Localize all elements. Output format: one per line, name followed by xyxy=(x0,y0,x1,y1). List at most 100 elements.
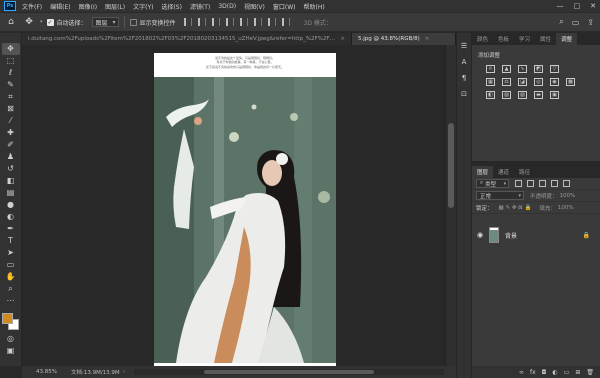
new-group-icon[interactable]: ▭ xyxy=(564,369,570,376)
history-brush-icon[interactable]: ↺ xyxy=(2,163,20,175)
filter-shape-icon[interactable] xyxy=(551,180,559,187)
eye-icon[interactable]: ◉ xyxy=(477,231,485,239)
photo-filter-icon[interactable]: ◎ xyxy=(534,78,543,86)
menu-filter[interactable]: 滤镜(T) xyxy=(190,2,210,11)
new-adjustment-icon[interactable]: ◐ xyxy=(552,369,557,376)
tab-channels[interactable]: 通道 xyxy=(493,166,514,178)
posterize-icon[interactable]: ▨ xyxy=(502,91,511,99)
paragraph-panel-icon[interactable]: ¶ xyxy=(459,73,469,83)
quick-select-tool-icon[interactable]: ✎ xyxy=(2,79,20,91)
filter-type-icon[interactable] xyxy=(539,180,547,187)
screen-mode-icon[interactable]: ▣ xyxy=(2,345,20,357)
move-tool-icon[interactable]: ✥ xyxy=(1,43,20,55)
type-tool-icon[interactable]: T xyxy=(2,235,20,247)
layer-kind-filter[interactable]: ⌕ 类型 xyxy=(476,179,510,188)
healing-brush-icon[interactable]: ✚ xyxy=(2,127,20,139)
curves-icon[interactable]: ∿ xyxy=(518,65,527,73)
vertical-scrollbar[interactable] xyxy=(445,45,456,366)
add-mask-icon[interactable]: ◘ xyxy=(542,369,547,376)
foreground-color-swatch[interactable] xyxy=(1,313,13,324)
close-tab-icon[interactable]: × xyxy=(425,36,430,42)
filter-pixel-icon[interactable] xyxy=(515,180,523,187)
eyedropper-tool-icon[interactable]: ⁄ xyxy=(2,115,20,127)
zoom-level[interactable]: 43.85% xyxy=(36,369,57,375)
more-tools-icon[interactable]: ⋯ xyxy=(2,295,20,307)
rectangle-tool-icon[interactable]: ▭ xyxy=(2,259,20,271)
tab-swatches[interactable]: 色板 xyxy=(493,33,514,45)
fill-value[interactable]: 100% xyxy=(558,205,574,211)
distribute-icon[interactable] xyxy=(267,18,276,26)
tab-5jpg[interactable]: 5.jpg @ 43.8%(RGB/8) × xyxy=(352,33,456,45)
align-center-icon[interactable] xyxy=(197,18,206,26)
align-middle-icon[interactable] xyxy=(239,18,248,26)
delete-layer-icon[interactable]: 🗑 xyxy=(586,369,594,376)
brush-tool-icon[interactable]: ✐ xyxy=(2,139,20,151)
canvas-area[interactable]: 说不清的是这个爱情，只是刚刚好，刚刚好。 有关于你我的故事。有一种美，不在心里。… xyxy=(22,45,445,366)
document-size[interactable]: 文档:13.9M/13.9M xyxy=(71,368,120,376)
opacity-value[interactable]: 100% xyxy=(560,193,576,199)
exposure-icon[interactable]: ◩ xyxy=(534,65,543,73)
dodge-tool-icon[interactable]: ◐ xyxy=(2,211,20,223)
vertical-scroll-thumb[interactable] xyxy=(448,123,454,208)
clone-stamp-icon[interactable]: ♟ xyxy=(2,151,20,163)
zoom-tool-icon[interactable]: ⌕ xyxy=(2,283,20,295)
hue-saturation-icon[interactable]: ▦ xyxy=(486,78,495,86)
lock-icon[interactable]: 🔒 xyxy=(583,232,590,239)
channel-mixer-icon[interactable]: ◉ xyxy=(550,78,559,86)
tab-duitang[interactable]: i.duitang.com%2Fuploads%2Fitem%2F201802%… xyxy=(22,33,352,45)
glyphs-panel-icon[interactable]: ⊡ xyxy=(459,89,469,99)
quick-mask-icon[interactable]: ◎ xyxy=(2,333,20,345)
lock-icons[interactable]: ▦ ✎ ✥ ⊠ 🔒 xyxy=(499,205,532,211)
lasso-tool-icon[interactable]: ℓ xyxy=(2,67,20,79)
home-icon[interactable]: ⌂ xyxy=(4,15,18,29)
black-white-icon[interactable]: ◪ xyxy=(518,78,527,86)
brightness-contrast-icon[interactable]: ☼ xyxy=(486,65,495,73)
align-left-icon[interactable] xyxy=(183,18,192,26)
layer-row-background[interactable]: ◉ 背景 🔒 xyxy=(472,224,600,246)
new-layer-icon[interactable]: ⊞ xyxy=(575,369,580,376)
levels-icon[interactable]: ▲ xyxy=(502,65,511,73)
document-canvas[interactable]: 说不清的是这个爱情，只是刚刚好，刚刚好。 有关于你我的故事。有一种美，不在心里。… xyxy=(154,53,336,366)
menu-help[interactable]: 帮助(H) xyxy=(304,2,325,11)
path-select-icon[interactable]: ➤ xyxy=(2,247,20,259)
crop-tool-icon[interactable]: ⌗ xyxy=(2,91,20,103)
color-balance-icon[interactable]: ⚖ xyxy=(502,78,511,86)
close-icon[interactable]: ✕ xyxy=(590,2,596,10)
menu-3d[interactable]: 3D(D) xyxy=(218,3,236,10)
horizontal-scroll-thumb[interactable] xyxy=(204,370,374,374)
menu-type[interactable]: 文字(Y) xyxy=(133,2,153,11)
horizontal-scrollbar[interactable] xyxy=(134,369,444,375)
align-right-icon[interactable] xyxy=(211,18,220,26)
invert-icon[interactable]: ◧ xyxy=(486,91,495,99)
search-icon[interactable]: ⌕ xyxy=(559,17,563,27)
minimize-icon[interactable]: — xyxy=(557,2,564,10)
status-chevron-icon[interactable]: › xyxy=(123,369,125,375)
layer-style-icon[interactable]: fx xyxy=(530,369,536,376)
gradient-map-icon[interactable]: ▬ xyxy=(534,91,543,99)
tab-properties[interactable]: 属性 xyxy=(535,33,556,45)
tab-learn[interactable]: 学习 xyxy=(514,33,535,45)
show-transform-checkbox[interactable] xyxy=(129,18,137,26)
blend-mode-dropdown[interactable]: 正常 xyxy=(476,191,524,200)
move-tool-icon[interactable]: ✥ xyxy=(22,15,36,29)
maximize-icon[interactable]: □ xyxy=(574,2,581,10)
menu-edit[interactable]: 编辑(E) xyxy=(50,2,70,11)
share-icon[interactable]: ⇪ xyxy=(587,18,594,27)
filter-adjustment-icon[interactable] xyxy=(527,180,535,187)
frame-tool-icon[interactable]: ⊠ xyxy=(2,103,20,115)
menu-select[interactable]: 选择(S) xyxy=(161,2,182,11)
align-top-icon[interactable] xyxy=(225,18,234,26)
menu-window[interactable]: 窗口(W) xyxy=(273,2,296,11)
close-tab-icon[interactable]: × xyxy=(340,36,345,42)
link-layers-icon[interactable]: ∞ xyxy=(519,369,524,376)
character-panel-icon[interactable]: A xyxy=(459,57,469,67)
menu-file[interactable]: 文件(F) xyxy=(22,2,42,11)
menu-image[interactable]: 图像(I) xyxy=(79,2,97,11)
history-panel-icon[interactable]: ☰ xyxy=(459,41,469,51)
tool-preset-chevron-icon[interactable]: ▾ xyxy=(40,19,43,25)
hand-tool-icon[interactable]: ✋ xyxy=(2,271,20,283)
menu-layer[interactable]: 图层(L) xyxy=(105,2,125,11)
threshold-icon[interactable]: ▧ xyxy=(518,91,527,99)
auto-select-checkbox[interactable]: ✓ xyxy=(46,18,54,26)
gradient-tool-icon[interactable]: ▤ xyxy=(2,187,20,199)
